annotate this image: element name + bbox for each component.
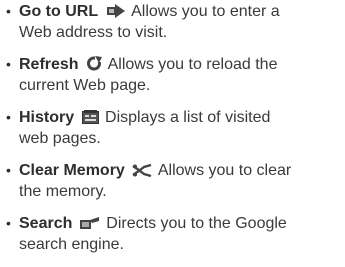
term-label: Search: [19, 215, 73, 232]
bullet: •: [6, 3, 11, 19]
bullet: •: [6, 215, 11, 231]
term-label: Clear Memory: [19, 162, 125, 179]
term-label: Go to URL: [19, 3, 99, 20]
description-line-2: the memory.: [19, 183, 107, 200]
description-line-1: Allows you to clear: [157, 162, 292, 179]
description-line-1: Displays a list of visited: [105, 109, 271, 126]
bullet: •: [6, 56, 11, 72]
refresh-icon: [86, 56, 103, 71]
description-line-1: Allows you to enter a: [131, 3, 280, 20]
bullet: •: [6, 109, 11, 125]
clear-memory-icon: [132, 164, 152, 177]
feature-list: • Go to URL Allows you to enter a Web ad…: [4, 1, 340, 266]
list-item-search: • Search Directs you to the Google searc…: [4, 213, 340, 255]
description-line-1: Directs you to the Google: [106, 215, 287, 232]
description-line-2: current Web page.: [19, 77, 151, 94]
list-item-refresh: • Refresh Allows you to reload the curre…: [4, 54, 340, 96]
description-line-1: Allows you to reload the: [107, 56, 278, 73]
arrow-right-icon: [106, 4, 126, 18]
search-icon: [79, 217, 100, 230]
bullet: •: [6, 162, 11, 178]
description-line-2: web pages.: [19, 130, 101, 147]
list-item-clear-memory: • Clear Memory Allows you to clear the m…: [4, 160, 340, 202]
history-icon: [81, 110, 99, 124]
term-label: Refresh: [19, 56, 79, 73]
list-item-go-to-url: • Go to URL Allows you to enter a Web ad…: [4, 1, 340, 43]
list-item-history: • History Displays a list of visited web…: [4, 107, 340, 149]
description-line-2: search engine.: [19, 236, 124, 253]
term-label: History: [19, 109, 75, 126]
description-line-2: Web address to visit.: [19, 24, 168, 41]
